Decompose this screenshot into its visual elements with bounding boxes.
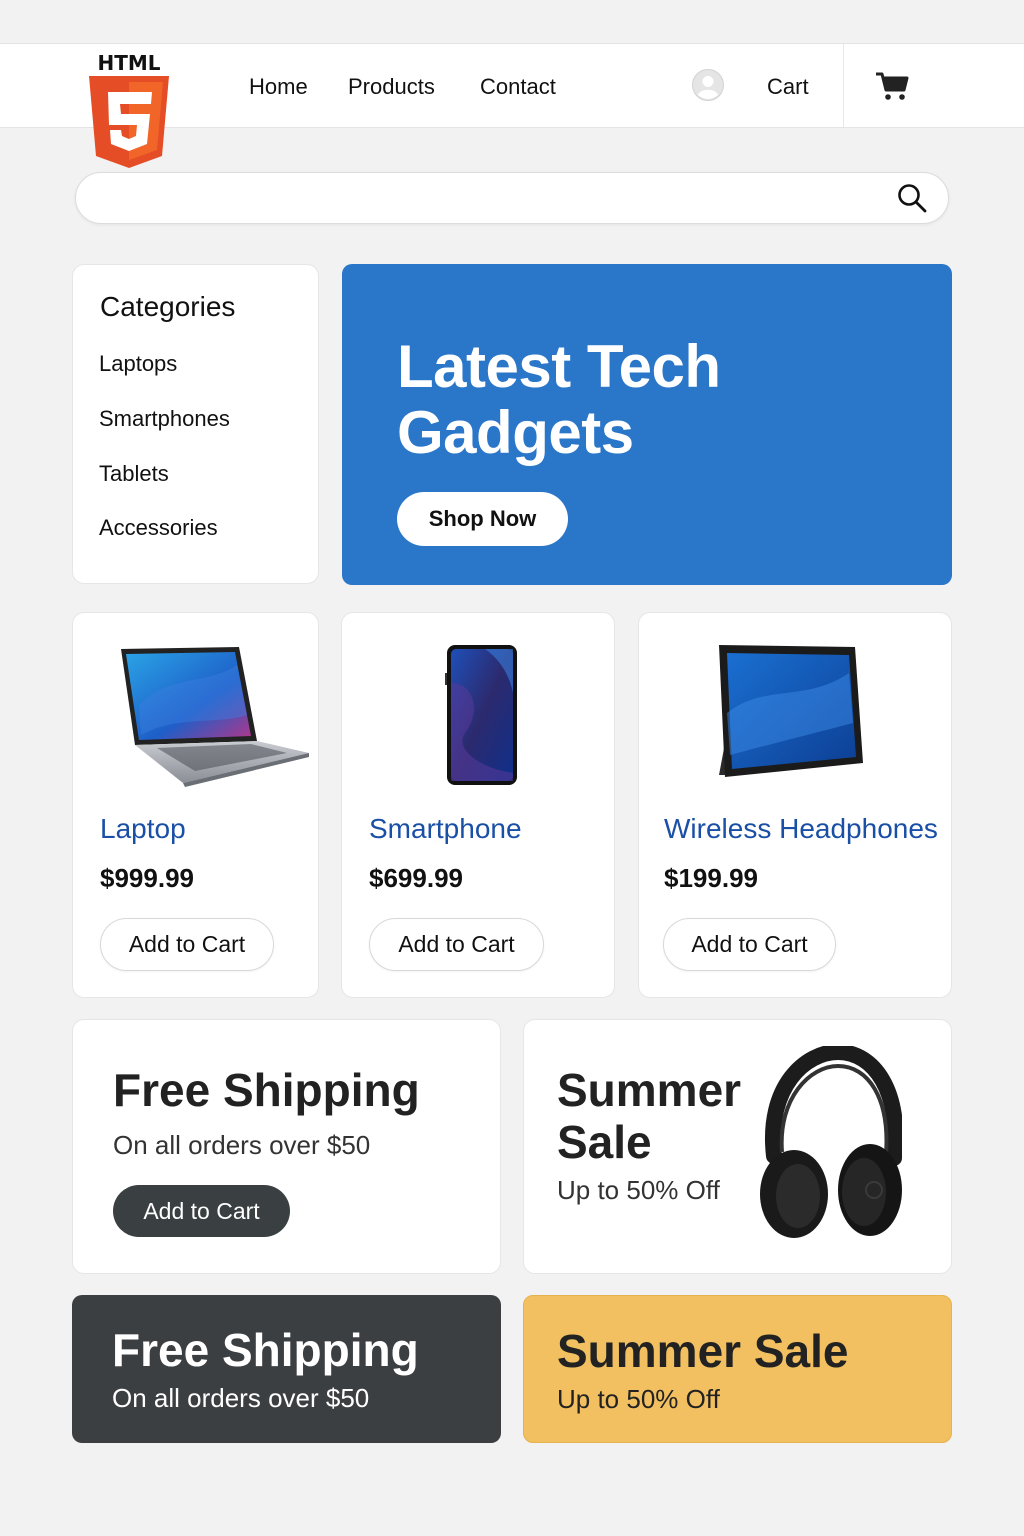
summer-sale-promo: Summer Sale Up to 50% Off bbox=[523, 1019, 952, 1274]
category-tablets[interactable]: Tablets bbox=[99, 461, 169, 487]
hero-banner: Latest Tech Gadgets Shop Now bbox=[342, 264, 952, 585]
product-name[interactable]: Wireless Headphones bbox=[664, 813, 938, 845]
add-to-cart-button[interactable]: Add to Cart bbox=[100, 918, 274, 971]
product-name[interactable]: Laptop bbox=[100, 813, 186, 845]
promo-title: Summer Sale bbox=[557, 1064, 742, 1168]
user-avatar-icon[interactable] bbox=[692, 69, 724, 101]
promo-subtitle: On all orders over $50 bbox=[113, 1130, 371, 1160]
promo-subtitle: Up to 50% Off bbox=[557, 1175, 720, 1205]
free-shipping-promo: Free Shipping On all orders over $50 Add… bbox=[72, 1019, 501, 1274]
cart-link[interactable]: Cart bbox=[767, 74, 809, 100]
nav-products-link[interactable]: Products bbox=[348, 74, 435, 100]
smartphone-image bbox=[445, 645, 517, 785]
banner-subtitle: On all orders over $50 bbox=[112, 1383, 370, 1413]
category-accessories[interactable]: Accessories bbox=[99, 515, 218, 541]
banner-subtitle: Up to 50% Off bbox=[557, 1384, 720, 1414]
add-to-cart-button[interactable]: Add to Cart bbox=[113, 1185, 290, 1237]
banner-title: Free Shipping bbox=[112, 1324, 419, 1376]
free-shipping-banner[interactable]: Free Shipping On all orders over $50 bbox=[72, 1295, 501, 1443]
categories-title: Categories bbox=[100, 291, 236, 322]
logo-text: HTML bbox=[97, 52, 160, 75]
product-name[interactable]: Smartphone bbox=[369, 813, 522, 845]
html5-logo-icon[interactable]: HTML bbox=[86, 52, 172, 172]
product-card-smartphone: Smartphone $699.99 Add to Cart bbox=[341, 612, 615, 998]
nav-home-link[interactable]: Home bbox=[249, 74, 308, 100]
product-card-laptop: Laptop $999.99 Add to Cart bbox=[72, 612, 319, 998]
summer-sale-banner[interactable]: Summer Sale Up to 50% Off bbox=[523, 1295, 952, 1443]
search-bar bbox=[75, 172, 949, 224]
laptop-image bbox=[121, 647, 309, 787]
product-price: $199.99 bbox=[664, 863, 758, 893]
add-to-cart-button[interactable]: Add to Cart bbox=[369, 918, 544, 971]
search-icon[interactable] bbox=[896, 182, 928, 214]
add-to-cart-button[interactable]: Add to Cart bbox=[663, 918, 836, 971]
product-price: $999.99 bbox=[100, 863, 194, 893]
categories-panel: Categories Laptops Smartphones Tablets A… bbox=[72, 264, 319, 584]
category-laptops[interactable]: Laptops bbox=[99, 351, 177, 377]
headphones-image bbox=[760, 1046, 902, 1238]
search-input[interactable] bbox=[100, 183, 880, 215]
nav-contact-link[interactable]: Contact bbox=[480, 74, 556, 100]
product-price: $699.99 bbox=[369, 863, 463, 893]
product-card-wireless-headphones: Wireless Headphones $199.99 Add to Cart bbox=[638, 612, 952, 998]
hero-title: Latest Tech Gadgets bbox=[397, 333, 721, 466]
banner-title: Summer Sale bbox=[557, 1325, 849, 1377]
tablet-image bbox=[719, 645, 863, 777]
category-smartphones[interactable]: Smartphones bbox=[99, 406, 230, 432]
shopping-cart-icon[interactable] bbox=[874, 70, 910, 102]
promo-title: Free Shipping bbox=[113, 1064, 420, 1116]
shop-now-button[interactable]: Shop Now bbox=[397, 492, 568, 546]
nav-divider bbox=[843, 44, 844, 127]
